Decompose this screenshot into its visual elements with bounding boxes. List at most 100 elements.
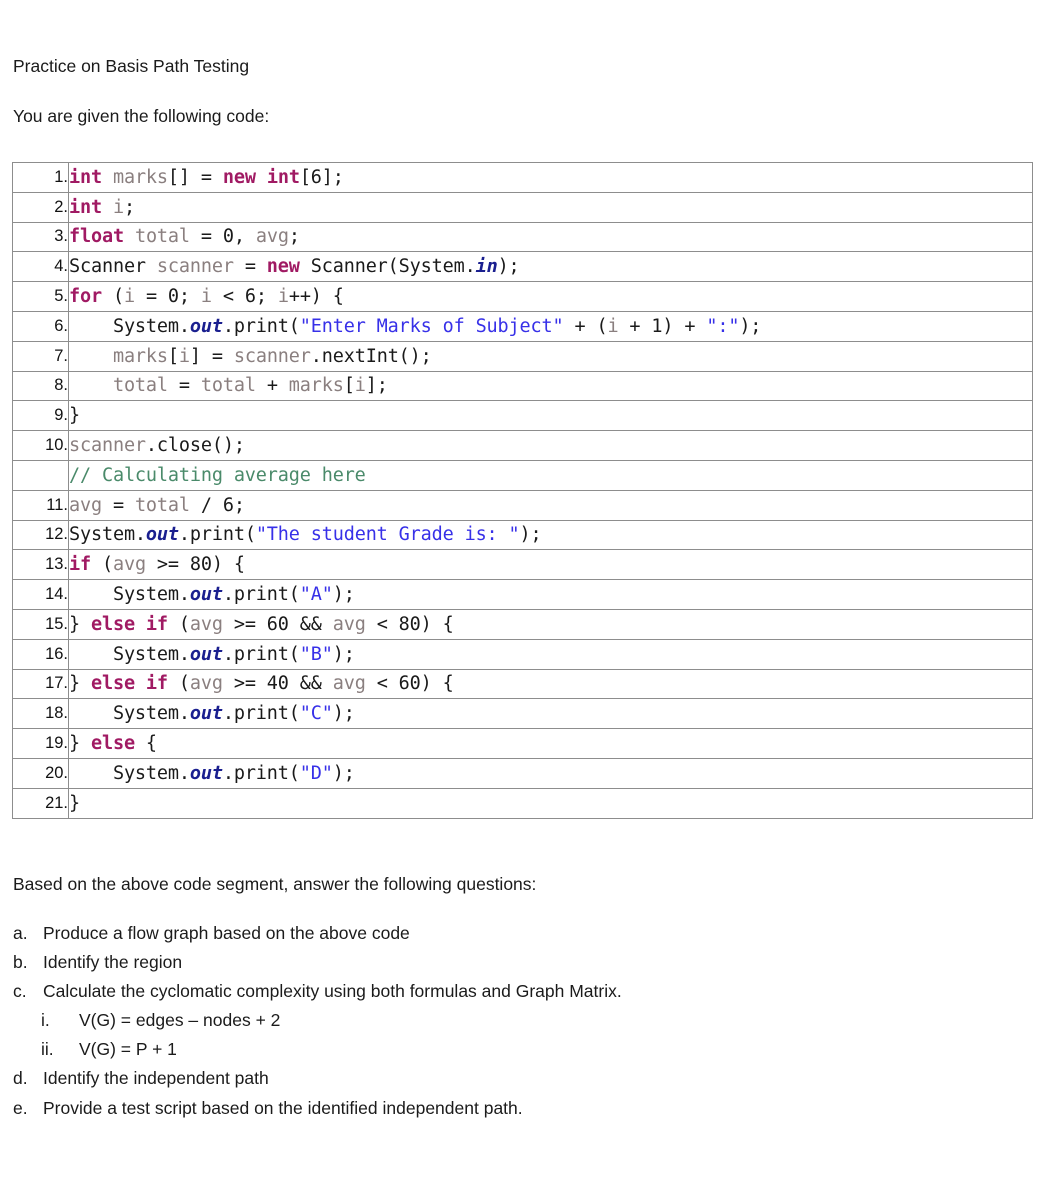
code-line-content: } else if (avg >= 60 && avg < 80) { — [68, 608, 1033, 640]
code-token: out — [145, 524, 179, 546]
code-line-row: 4. Scanner scanner = new Scanner(System.i… — [12, 251, 1033, 283]
question-sub-text: V(G) = P + 1 — [79, 1039, 177, 1060]
code-line-row: 13. if (avg >= 80) { — [12, 549, 1033, 581]
code-token: } — [69, 792, 80, 814]
code-token: [ — [167, 345, 179, 367]
code-token: scanner — [233, 345, 311, 367]
question-marker: e. — [13, 1097, 28, 1118]
code-token: ( — [167, 673, 190, 695]
code-line-number: 18. — [12, 698, 69, 730]
question-marker: d. — [13, 1068, 28, 1089]
code-token: >= 60 && — [222, 613, 333, 635]
questions-intro: Based on the above code segment, answer … — [13, 874, 537, 894]
code-line-number: 2. — [12, 191, 69, 223]
question-sub-item: i. V(G) = edges – nodes + 2 — [41, 1009, 913, 1032]
code-token: ( — [167, 613, 190, 635]
code-line-number: 15. — [12, 608, 69, 640]
code-line-content: if (avg >= 80) { — [68, 549, 1033, 581]
code-line-content: total = total + marks[i]; — [68, 370, 1033, 402]
code-token: ] = — [189, 345, 234, 367]
code-token: ( — [90, 554, 113, 576]
code-token: .print( — [222, 643, 300, 665]
code-token: avg — [332, 613, 366, 635]
code-token: ":" — [706, 315, 740, 337]
code-token: = — [189, 226, 223, 248]
code-token: int — [266, 166, 300, 188]
code-line-number: 9. — [12, 400, 69, 432]
code-token: else — [90, 733, 135, 755]
code-token: ); — [497, 256, 520, 278]
code-token: = — [233, 256, 267, 278]
code-token: total — [112, 375, 168, 397]
question-sub-list: i. V(G) = edges – nodes + 2 ii. V(G) = P + … — [13, 1009, 913, 1061]
code-token: < 6; — [211, 286, 278, 308]
code-token: total — [134, 494, 190, 516]
question-sub-text: V(G) = edges – nodes + 2 — [79, 1010, 281, 1031]
code-token: ); — [332, 643, 355, 665]
question-text: Identify the independent path — [43, 1068, 269, 1089]
code-token: out — [189, 584, 223, 606]
code-token: < 80) { — [365, 613, 454, 635]
code-line-row: 18. System.out.print("C"); — [12, 698, 1033, 730]
code-line-content: int i; — [68, 191, 1033, 223]
code-line-number: 5. — [12, 281, 69, 312]
code-line-number: 10. — [12, 430, 69, 461]
code-line-row: 19.} else { — [12, 728, 1033, 759]
code-token: [6]; — [299, 166, 344, 188]
code-line-number: 17. — [12, 668, 69, 700]
question-item: c. Calculate the cyclomatic complexity us… — [13, 980, 913, 1003]
code-token: } — [69, 613, 91, 635]
code-line-number: 20. — [12, 757, 69, 789]
question-item: e. Provide a test script based on the ide… — [13, 1097, 913, 1120]
code-token: [] = — [167, 166, 223, 188]
code-line-row: 3. float total = 0, avg; — [12, 221, 1033, 253]
code-line-number: 19. — [12, 728, 69, 759]
code-token: marks — [112, 345, 168, 367]
code-token: in — [475, 256, 498, 278]
code-token: "Enter Marks of Subject" — [299, 315, 564, 337]
code-line-content: System.out.print("A"); — [68, 579, 1033, 610]
code-line-content: System.out.print("The student Grade is: … — [68, 519, 1033, 551]
code-token: avg — [189, 673, 223, 695]
code-line-content: } else { — [68, 728, 1033, 759]
code-token: float — [69, 226, 124, 248]
code-token: i — [354, 375, 366, 397]
code-line-row: 1. int marks[] = new int[6]; — [12, 162, 1033, 193]
code-line-number: 13. — [12, 549, 69, 581]
code-line-row: 9.} — [12, 400, 1033, 432]
code-line-content: marks[i] = scanner.nextInt(); — [68, 340, 1033, 372]
code-token: total — [200, 375, 256, 397]
code-line-row: 20. System.out.print("D"); — [12, 757, 1033, 789]
code-token: ( — [101, 286, 124, 308]
question-sub-marker: ii. — [41, 1039, 54, 1060]
question-marker: b. — [13, 952, 28, 973]
code-line-number: 11. — [12, 489, 69, 521]
code-line-number: 7. — [12, 340, 69, 372]
code-line-row: 2. int i; — [12, 191, 1033, 223]
code-token: "D" — [299, 762, 333, 784]
code-line-row: 12. System.out.print("The student Grade i… — [12, 519, 1033, 551]
code-token: i — [112, 196, 124, 218]
code-token: { — [134, 733, 157, 755]
code-line-number: 1. — [12, 162, 69, 193]
code-line-content: Scanner scanner = new Scanner(System.in)… — [68, 251, 1033, 283]
code-token: out — [189, 315, 223, 337]
question-item: d. Identify the independent path — [13, 1067, 913, 1090]
code-line-row: 17.} else if (avg >= 40 && avg < 60) { — [12, 668, 1033, 700]
code-token: ); — [332, 762, 355, 784]
code-listing-body: 1. int marks[] = new int[6]; 2. int i; 3. flo… — [12, 162, 1033, 819]
code-token: + — [255, 375, 289, 397]
code-token: i — [200, 286, 212, 308]
code-line-content: } else if (avg >= 40 && avg < 60) { — [68, 668, 1033, 700]
code-token: , — [233, 226, 256, 248]
code-token: System. — [112, 703, 190, 725]
code-line-number: 3. — [12, 221, 69, 253]
code-line-number: 4. — [12, 251, 69, 283]
code-token: .print( — [222, 315, 300, 337]
code-token: i — [277, 286, 289, 308]
